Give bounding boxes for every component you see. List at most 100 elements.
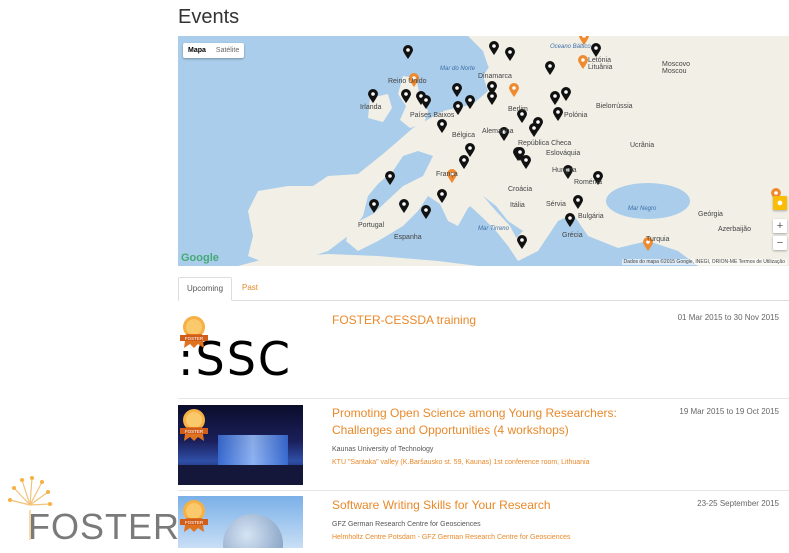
events-map[interactable]: Oceano Báltico Letónia Lituânia Moscovo Mosc…: [178, 36, 789, 266]
event-location-link[interactable]: KTU "Santaka" valley (K.Baršausko st. 59…: [332, 459, 590, 466]
map-place-label: Azerbaijão: [718, 226, 752, 233]
map-place-label: Polónia: [564, 112, 588, 119]
map-place-label: Turquia: [646, 236, 670, 243]
map-marker-icon[interactable]: [452, 83, 462, 97]
foster-badge-icon: FOSTER: [180, 314, 208, 353]
map-marker-icon[interactable]: [509, 83, 519, 97]
map-place-label: Berlim: [508, 106, 528, 113]
map-place-label: Dinamarca: [478, 73, 512, 80]
event-item[interactable]: FOSTER Software Writing Skills for Your …: [178, 496, 789, 548]
map-marker-icon[interactable]: [489, 41, 499, 55]
map-place-label: Mar Negro: [628, 206, 657, 212]
map-place-label: Portugal: [358, 222, 385, 229]
map-place-label: Letónia: [588, 57, 611, 64]
event-date: 23-25 September 2015: [697, 499, 779, 508]
event-date: 01 Mar 2015 to 30 Nov 2015: [677, 313, 779, 322]
map-marker-icon[interactable]: [437, 189, 447, 203]
page-title: Events: [178, 6, 240, 28]
event-thumbnail[interactable]: :SSC FOSTER: [178, 310, 303, 390]
map-marker-icon[interactable]: [465, 95, 475, 109]
foster-badge-icon: FOSTER: [180, 407, 208, 446]
map-marker-icon[interactable]: [505, 47, 515, 61]
map-place-label: Irlanda: [360, 104, 382, 111]
map-marker-icon[interactable]: [529, 123, 539, 137]
divider: [178, 398, 789, 399]
event-title[interactable]: Software Writing Skills for Your Researc…: [332, 497, 551, 514]
map-marker-icon[interactable]: [573, 195, 583, 209]
map-marker-icon[interactable]: [403, 45, 413, 59]
map-place-label: Bélgica: [452, 132, 475, 139]
map-place-label: Eslováquia: [546, 150, 581, 157]
map-marker-icon[interactable]: [369, 199, 379, 213]
map-marker-icon[interactable]: [515, 147, 525, 161]
map-black-sea: [606, 183, 690, 219]
map-place-label: Itália: [510, 202, 525, 209]
foster-badge-icon: FOSTER: [180, 498, 208, 537]
map-place-label: Moscou: [662, 68, 687, 75]
event-thumbnail[interactable]: FOSTER: [178, 496, 303, 548]
map-attribution[interactable]: Dados do mapa ©2015 Google, INEGI, ORION…: [621, 259, 787, 265]
map-type-map-button[interactable]: Mapa: [183, 43, 211, 58]
map-marker-icon[interactable]: [459, 155, 469, 169]
map-marker-icon[interactable]: [517, 235, 527, 249]
observatory-dome-shape: [223, 514, 283, 548]
map-type-satellite-button[interactable]: Satélite: [211, 43, 244, 58]
map-place-label: República Checa: [518, 140, 572, 147]
map-place-label: Mar do Norte: [440, 66, 476, 72]
map-place-label: Grécia: [562, 232, 583, 239]
map-marker-icon[interactable]: [578, 55, 588, 69]
google-logo: Google: [181, 252, 219, 264]
map-marker-icon[interactable]: [561, 87, 571, 101]
map-marker-icon[interactable]: [421, 205, 431, 219]
map-type-control[interactable]: Mapa Satélite: [183, 43, 245, 58]
building-shape: [218, 435, 288, 465]
event-item[interactable]: :SSC FOSTER FOSTER-CESSDA training 01 Ma…: [178, 310, 789, 395]
map-place-label: Bielorrússia: [596, 103, 633, 110]
map-marker-icon[interactable]: [565, 213, 575, 227]
event-item[interactable]: FOSTER Promoting Open Science among Youn…: [178, 405, 789, 487]
svg-text:FOSTER: FOSTER: [185, 520, 204, 525]
map-place-label: Espanha: [394, 234, 422, 241]
map-place-label: Países Baixos: [410, 112, 455, 119]
map-marker-icon[interactable]: [553, 107, 563, 121]
map-place-label: Hungria: [552, 167, 577, 174]
event-title[interactable]: FOSTER-CESSDA training: [332, 312, 476, 329]
map-marker-icon[interactable]: [399, 199, 409, 213]
tab-upcoming[interactable]: Upcoming: [178, 277, 233, 301]
event-tabs: Upcoming Past: [178, 277, 789, 301]
svg-text:FOSTER: FOSTER: [185, 429, 204, 434]
foster-logo-text: FOSTER: [28, 506, 181, 547]
map-marker-icon[interactable]: [591, 43, 601, 57]
map-place-label: Lituânia: [588, 64, 613, 71]
map-place-label: Alemanha: [482, 128, 514, 135]
map-place-label: Reino Unido: [388, 78, 427, 85]
map-place-label: Sérvia: [546, 201, 566, 208]
event-location-link[interactable]: Helmholtz Centre Potsdam - GFZ German Re…: [332, 534, 570, 541]
map-place-label: Oceano Báltico: [550, 44, 591, 50]
svg-text:FOSTER: FOSTER: [185, 336, 204, 341]
map-place-label: Mar Tirreno: [478, 226, 509, 232]
tab-past[interactable]: Past: [234, 277, 266, 299]
ground-shape: [178, 465, 303, 485]
map-marker-icon[interactable]: [421, 95, 431, 109]
pegman-icon[interactable]: ●: [773, 196, 787, 210]
map-marker-icon[interactable]: [550, 91, 560, 105]
event-title[interactable]: Promoting Open Science among Young Resea…: [332, 405, 632, 439]
event-thumbnail[interactable]: FOSTER: [178, 405, 303, 485]
map-marker-icon[interactable]: [453, 101, 463, 115]
divider: [178, 490, 789, 491]
event-date: 19 Mar 2015 to 19 Oct 2015: [679, 407, 779, 416]
map-marker-icon[interactable]: [545, 61, 555, 75]
map-marker-icon[interactable]: [401, 89, 411, 103]
zoom-out-button[interactable]: −: [773, 236, 787, 250]
map-marker-icon[interactable]: [368, 89, 378, 103]
event-organizer: GFZ German Research Centre for Geoscienc…: [332, 521, 481, 528]
zoom-in-button[interactable]: +: [773, 219, 787, 233]
map-marker-icon[interactable]: [487, 81, 497, 95]
map-marker-icon[interactable]: [385, 171, 395, 185]
map-place-label: Moscovo: [662, 61, 691, 68]
foster-logo[interactable]: FOSTER: [0, 470, 181, 548]
map-marker-icon[interactable]: [437, 119, 447, 133]
map-place-label: Ucrânia: [630, 142, 655, 149]
map-place-label: Croácia: [508, 186, 533, 193]
